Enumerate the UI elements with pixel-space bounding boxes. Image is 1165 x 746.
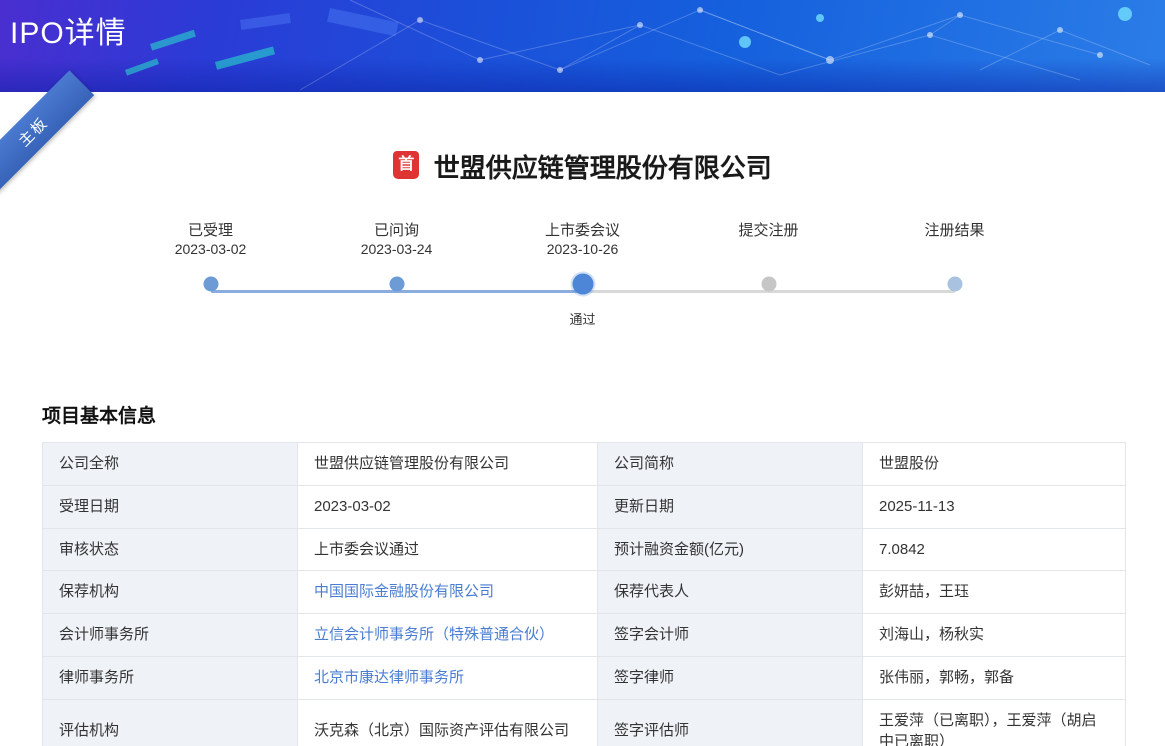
section-title-basic-info: 项目基本信息 — [42, 401, 1165, 428]
table-row: 受理日期 2023-03-02 更新日期 2025-11-13 — [43, 485, 1126, 528]
value-update-date: 2025-11-13 — [863, 485, 1126, 528]
timeline-step-committee-meeting: 上市委会议 2023-10-26 通过 — [490, 219, 676, 325]
first-badge-icon: 首 — [393, 151, 419, 179]
value-signing-lawyer: 张伟丽，郭畅，郭备 — [863, 656, 1126, 699]
label-planned-funding: 预计融资金额(亿元) — [598, 528, 863, 571]
label-signing-accountant: 签字会计师 — [598, 614, 863, 657]
step-date: 2023-03-24 — [304, 241, 490, 263]
basic-info-table: 公司全称 世盟供应链管理股份有限公司 公司简称 世盟股份 受理日期 2023-0… — [42, 442, 1126, 746]
page-banner: IPO详情 — [0, 0, 1165, 92]
label-update-date: 更新日期 — [598, 485, 863, 528]
step-label: 已受理 — [118, 219, 304, 239]
table-row: 审核状态 上市委会议通过 预计融资金额(亿元) 7.0842 — [43, 528, 1126, 571]
table-row: 保荐机构 中国国际金融股份有限公司 保荐代表人 彭妍喆，王珏 — [43, 571, 1126, 614]
step-dot — [203, 277, 218, 292]
value-company-full-name: 世盟供应链管理股份有限公司 — [298, 443, 598, 486]
label-appraisal-agency: 评估机构 — [43, 699, 298, 746]
step-note — [304, 309, 490, 325]
timeline-step-submit-registration: 提交注册 — [676, 219, 862, 325]
value-acceptance-date: 2023-03-02 — [298, 485, 598, 528]
law-firm-link[interactable]: 北京市康达律师事务所 — [314, 669, 464, 686]
step-label: 上市委会议 — [490, 219, 676, 239]
value-sponsor-representative: 彭妍喆，王珏 — [863, 571, 1126, 614]
label-signing-lawyer: 签字律师 — [598, 656, 863, 699]
step-label: 提交注册 — [676, 219, 862, 239]
value-planned-funding: 7.0842 — [863, 528, 1126, 571]
label-review-status: 审核状态 — [43, 528, 298, 571]
value-signing-accountant: 刘海山，杨秋实 — [863, 614, 1126, 657]
step-date: 2023-03-02 — [118, 241, 304, 263]
step-note — [862, 309, 1048, 325]
company-header: 首 世盟供应链管理股份有限公司 — [0, 148, 1165, 185]
accounting-firm-link[interactable]: 立信会计师事务所（特殊普通合伙） — [314, 626, 554, 643]
content-area: 主板 首 世盟供应链管理股份有限公司 已受理 2023-03-02 已问询 20… — [0, 92, 1165, 746]
label-law-firm: 律师事务所 — [43, 656, 298, 699]
page-title: IPO详情 — [10, 8, 127, 52]
value-appraisal-agency: 沃克森（北京）国际资产评估有限公司 — [298, 699, 598, 746]
label-company-full-name: 公司全称 — [43, 443, 298, 486]
step-dot — [761, 277, 776, 292]
table-row: 公司全称 世盟供应链管理股份有限公司 公司简称 世盟股份 — [43, 443, 1126, 486]
step-label: 注册结果 — [862, 219, 1048, 239]
ipo-progress-timeline: 已受理 2023-03-02 已问询 2023-03-24 上市委会议 2023… — [118, 219, 1048, 337]
label-sponsor: 保荐机构 — [43, 571, 298, 614]
timeline-step-inquired: 已问询 2023-03-24 — [304, 219, 490, 325]
value-signing-appraiser: 王爱萍（已离职），王爱萍（胡启中已离职） — [863, 699, 1126, 746]
timeline-step-registration-result: 注册结果 — [862, 219, 1048, 325]
value-review-status: 上市委会议通过 — [298, 528, 598, 571]
company-name: 世盟供应链管理股份有限公司 — [434, 148, 772, 185]
sponsor-link[interactable]: 中国国际金融股份有限公司 — [314, 583, 494, 600]
table-row: 会计师事务所 立信会计师事务所（特殊普通合伙） 签字会计师 刘海山，杨秋实 — [43, 614, 1126, 657]
label-signing-appraiser: 签字评估师 — [598, 699, 863, 746]
step-date — [676, 241, 862, 263]
label-accounting-firm: 会计师事务所 — [43, 614, 298, 657]
step-date — [862, 241, 1048, 263]
table-row: 评估机构 沃克森（北京）国际资产评估有限公司 签字评估师 王爱萍（已离职），王爱… — [43, 699, 1126, 746]
step-note — [118, 309, 304, 325]
step-note-passed: 通过 — [490, 309, 676, 325]
table-row: 律师事务所 北京市康达律师事务所 签字律师 张伟丽，郭畅，郭备 — [43, 656, 1126, 699]
banner-network-decoration — [0, 0, 1165, 92]
label-acceptance-date: 受理日期 — [43, 485, 298, 528]
timeline-step-accepted: 已受理 2023-03-02 — [118, 219, 304, 325]
step-dot — [389, 277, 404, 292]
label-sponsor-representative: 保荐代表人 — [598, 571, 863, 614]
step-dot-active — [572, 274, 593, 295]
step-label: 已问询 — [304, 219, 490, 239]
value-company-short-name: 世盟股份 — [863, 443, 1126, 486]
value-sponsor: 中国国际金融股份有限公司 — [298, 571, 598, 614]
value-accounting-firm: 立信会计师事务所（特殊普通合伙） — [298, 614, 598, 657]
label-company-short-name: 公司简称 — [598, 443, 863, 486]
step-dot — [947, 277, 962, 292]
step-note — [676, 309, 862, 325]
value-law-firm: 北京市康达律师事务所 — [298, 656, 598, 699]
step-date: 2023-10-26 — [490, 241, 676, 263]
